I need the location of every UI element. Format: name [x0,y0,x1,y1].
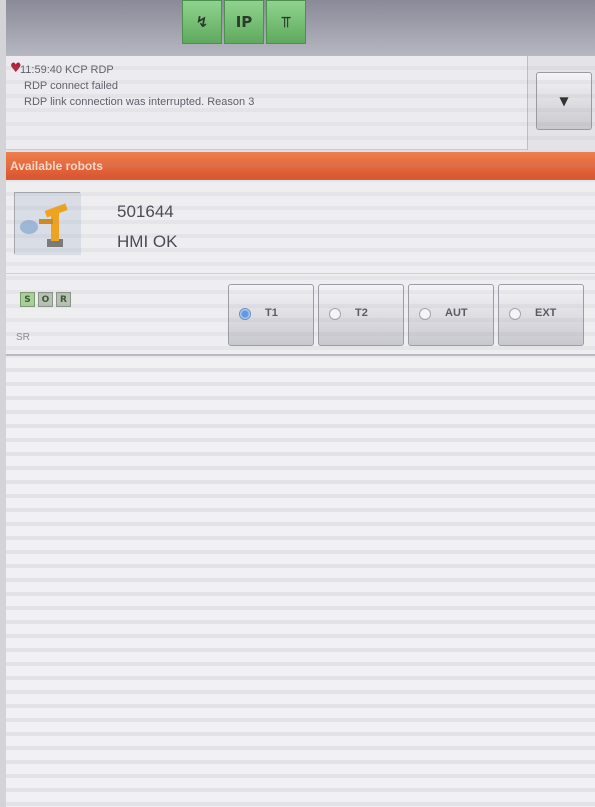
robot-arm-icon [15,193,81,255]
drive-icon[interactable]: ↯ [182,0,222,44]
robot-card[interactable]: 501644 HMI OK S O R SR T1 T2 AUT EXT [6,180,595,356]
drive-icon-glyph: ↯ [195,13,209,31]
s-indicator-label: S [24,294,31,305]
operating-mode-selector: T1 T2 AUT EXT [228,284,584,346]
status-icons: ↯ IP ⫪ [182,0,306,44]
o-indicator-icon: O [38,292,53,307]
mode-button-ext[interactable]: EXT [498,284,584,346]
state-indicators: S O R [20,292,71,307]
chevron-down-double-icon: ▼ [559,94,569,108]
indicator-caption: SR [16,332,30,343]
ip-icon-glyph: IP [235,13,253,31]
s-indicator-icon: S [20,292,35,307]
robot-arm-status-icon[interactable]: ⫪ [266,0,306,44]
robot-list-empty-area [6,358,595,807]
message-detail: RDP link connection was interrupted. Rea… [24,96,255,108]
message-timestamp: 11:59:40 KCP RDP [20,64,114,76]
mode-label: AUT [445,307,468,319]
message-scroll-panel: ▼ [527,56,595,150]
radio-icon [329,308,341,320]
section-header: Available robots [6,152,595,180]
mode-label: EXT [535,307,557,319]
radio-icon [509,308,521,320]
message-panel[interactable]: ♥ 11:59:40 KCP RDP RDP connect failed RD… [6,56,527,150]
mode-button-t1[interactable]: T1 [228,284,314,346]
mode-label: T2 [355,307,368,319]
section-title: Available robots [10,159,103,173]
mode-label: T1 [265,307,278,319]
o-indicator-label: O [41,294,50,305]
expand-messages-button[interactable]: ▼ [536,72,592,130]
r-indicator-icon: R [56,292,71,307]
mode-button-t2[interactable]: T2 [318,284,404,346]
radio-selected-icon [239,308,251,320]
robot-arm-icon-glyph: ⫪ [281,13,291,31]
message-title: RDP connect failed [24,80,118,92]
mode-button-aut[interactable]: AUT [408,284,494,346]
radio-icon [419,308,431,320]
smartpad-screen: ↯ IP ⫪ ♥ 11:59:40 KCP RDP RDP connect fa… [6,0,595,807]
divider [6,273,595,274]
robot-thumbnail[interactable] [14,192,81,255]
ip-icon[interactable]: IP [224,0,264,44]
robot-serial: 501644 [117,202,174,221]
r-indicator-label: R [60,294,67,305]
robot-status: HMI OK [117,232,178,251]
status-bar: ↯ IP ⫪ [6,0,595,56]
